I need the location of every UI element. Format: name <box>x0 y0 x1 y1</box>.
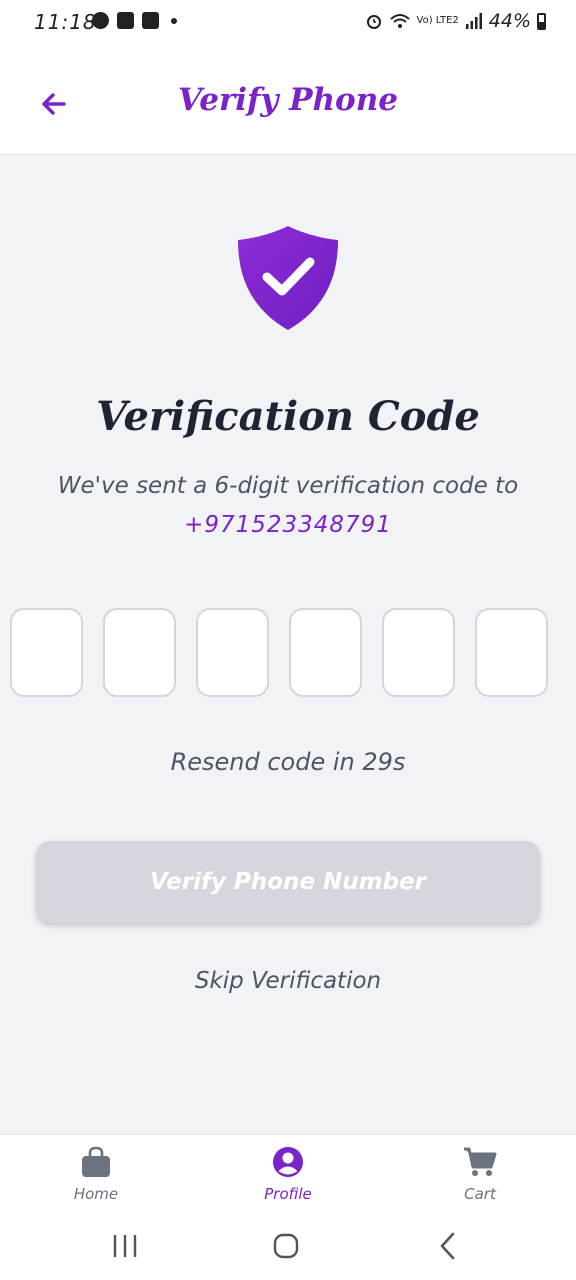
nav-label-profile: Profile <box>264 1185 312 1203</box>
recent-apps-button[interactable] <box>105 1230 145 1262</box>
otp-digit-6[interactable] <box>475 608 548 697</box>
notification-icons <box>92 12 177 29</box>
nav-item-profile[interactable]: Profile <box>228 1145 348 1203</box>
otp-digit-3[interactable] <box>196 608 269 697</box>
battery-icon <box>537 12 546 30</box>
nav-item-cart[interactable]: Cart <box>420 1145 540 1203</box>
home-system-button[interactable] <box>266 1230 306 1262</box>
chevron-left-icon <box>440 1232 455 1260</box>
nav-item-home[interactable]: Home <box>36 1145 156 1203</box>
signal-icon <box>465 13 482 29</box>
shopping-bag-status-icon <box>142 12 159 29</box>
shopping-bag-icon <box>82 1146 110 1177</box>
otp-digit-5[interactable] <box>382 608 455 697</box>
otp-digit-2[interactable] <box>103 608 176 697</box>
otp-digit-4[interactable] <box>289 608 362 697</box>
wifi-icon <box>389 14 410 28</box>
verification-instructions: We've sent a 6-digit verification code t… <box>57 473 519 499</box>
recent-apps-icon <box>113 1235 137 1257</box>
resend-countdown: Resend code in 29s <box>170 748 406 776</box>
verification-heading: Verification Code <box>96 393 480 440</box>
status-bar: 11:18 Vo) LTE2 44% <box>0 0 576 48</box>
chat-bubble-icon <box>92 12 109 29</box>
nav-label-home: Home <box>73 1185 119 1203</box>
otp-input-row <box>10 608 548 697</box>
page-title: Verify Phone <box>178 82 398 118</box>
status-time: 11:18 <box>34 10 97 34</box>
more-notifications-dot-icon <box>171 17 177 24</box>
system-back-button[interactable] <box>428 1230 468 1262</box>
cart-icon <box>464 1147 497 1176</box>
user-circle-icon <box>273 1147 303 1177</box>
network-type-label: Vo) LTE2 <box>416 15 459 26</box>
system-navigation-bar <box>0 1212 576 1280</box>
alarm-icon <box>366 15 381 29</box>
bottom-nav: Home Profile Cart <box>0 1134 576 1213</box>
nav-label-cart: Cart <box>464 1185 496 1203</box>
verify-phone-button[interactable]: Verify Phone Number <box>36 841 540 923</box>
battery-percent: 44% <box>488 10 531 32</box>
app-bar: Verify Phone <box>0 48 576 155</box>
skip-verification-link[interactable]: Skip Verification <box>0 968 576 994</box>
system-status-icons: Vo) LTE2 44% <box>365 10 546 32</box>
phone-number: +971523348791 <box>184 512 392 538</box>
shield-check-icon <box>238 226 338 330</box>
check-box-icon <box>117 12 134 29</box>
home-circle-icon <box>273 1233 299 1259</box>
otp-digit-1[interactable] <box>10 608 83 697</box>
